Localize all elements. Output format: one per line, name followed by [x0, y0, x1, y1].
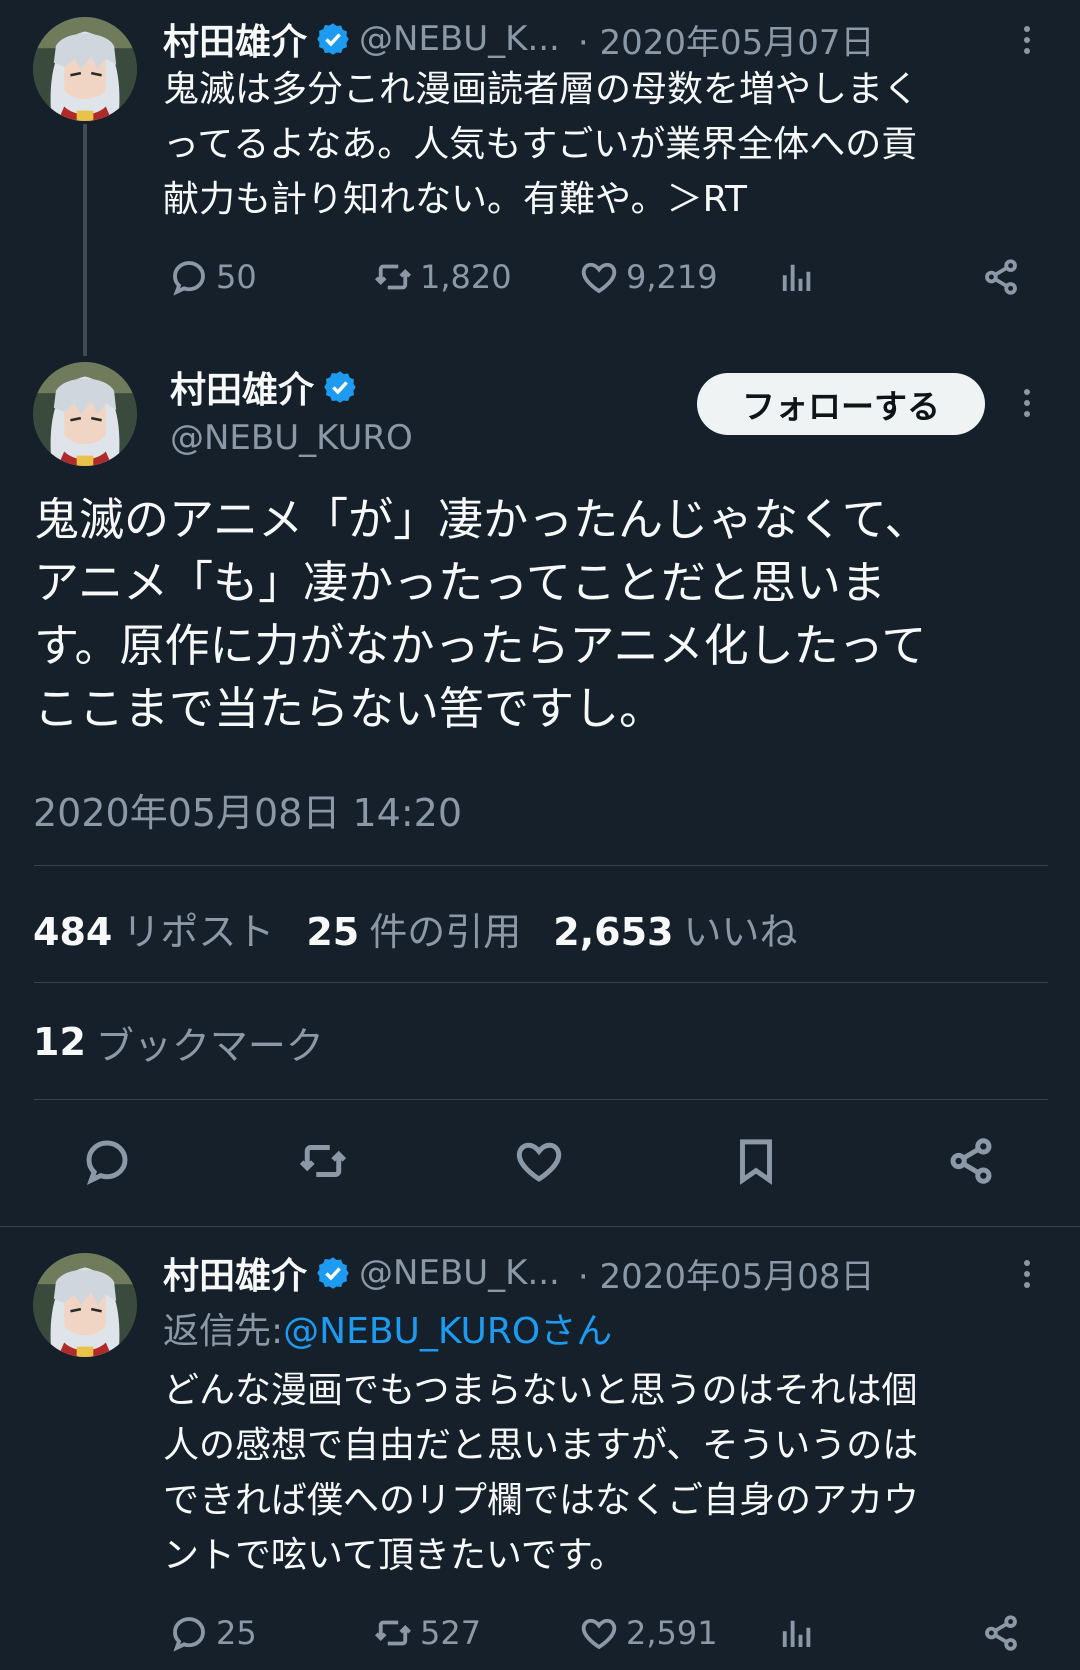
share-icon [944, 1134, 998, 1188]
more-icon[interactable] [1012, 383, 1042, 423]
reply-button[interactable] [80, 1134, 134, 1192]
like-button[interactable]: 9,219 [578, 256, 718, 298]
like-count: 2,591 [626, 1614, 718, 1652]
verified-badge-icon [315, 21, 351, 57]
like-button[interactable]: 2,591 [578, 1612, 718, 1654]
divider [34, 865, 1048, 866]
views-button[interactable] [776, 256, 818, 298]
share-icon [980, 1612, 1022, 1654]
reply-count: 50 [216, 258, 257, 296]
handle[interactable]: @NEBU_KURO [170, 418, 413, 458]
tweet-date[interactable]: · 2020年05月07日 [578, 15, 875, 64]
verified-badge-icon [322, 369, 358, 405]
reply-to-line: 返信先: @NEBU_KUROさん [163, 1303, 612, 1353]
reply-count: 25 [216, 1614, 257, 1652]
reposts-stat[interactable]: 484 リポスト [33, 901, 274, 956]
retweet-icon [372, 1612, 414, 1654]
reply-header: 村田雄介 @NEBU_K... · 2020年05月08日 [163, 1248, 875, 1298]
retweet-count: 527 [420, 1614, 482, 1652]
verified-badge-icon [315, 1255, 351, 1291]
reply-text: どんな漫画でもつまらないと思うのはそれは個 人の感想で自由だと思いますが、そうい… [163, 1370, 920, 1576]
avatar[interactable] [33, 1253, 137, 1357]
more-icon[interactable] [1012, 20, 1042, 60]
tweet-date[interactable]: · 2020年05月08日 [578, 1249, 875, 1298]
timestamp[interactable]: 2020年05月08日 14:20 [33, 782, 462, 837]
bookmarks-stat[interactable]: 12 ブックマーク [33, 1014, 324, 1070]
views-icon [776, 1612, 818, 1654]
share-button[interactable] [944, 1134, 998, 1192]
share-icon [980, 256, 1022, 298]
bookmark-icon [729, 1134, 783, 1188]
like-icon [512, 1134, 566, 1188]
avatar[interactable] [33, 362, 137, 466]
main-header: 村田雄介 [170, 362, 366, 412]
retweet-count: 1,820 [420, 258, 512, 296]
thread-line [83, 124, 87, 356]
engagement-stats: 484 リポスト 25 件の引用 2,653 いいね [33, 900, 797, 956]
reply-button[interactable]: 50 [168, 256, 257, 298]
likes-stat[interactable]: 2,653 いいね [553, 901, 797, 956]
reply-icon [168, 256, 210, 298]
like-count: 9,219 [626, 258, 718, 296]
bookmark-button[interactable] [729, 1134, 783, 1192]
more-icon[interactable] [1012, 1254, 1042, 1294]
main-timestamp-row: 2020年05月08日 14:20 [33, 783, 462, 835]
main-tweet-text: 鬼滅のアニメ「が」凄かったんじゃなくて、 アニメ「も」凄かったってことだと思いま… [34, 493, 930, 735]
tweet1-text: 鬼滅は多分これ漫画読者層の母数を増やしまく ってるよなあ。人気もすごいが業界全体… [163, 69, 920, 220]
avatar[interactable] [33, 17, 137, 121]
display-name[interactable]: 村田雄介 [170, 361, 314, 413]
like-icon [578, 256, 620, 298]
reply-button[interactable]: 25 [168, 1612, 257, 1654]
retweet-icon [296, 1134, 350, 1188]
retweet-icon [372, 256, 414, 298]
main-handle-row: @NEBU_KURO [170, 413, 413, 463]
reply-to-handle-link[interactable]: @NEBU_KUROさん [283, 1302, 612, 1354]
divider [0, 1226, 1080, 1227]
like-icon [578, 1612, 620, 1654]
share-button[interactable] [980, 256, 1022, 298]
tweet1-header: 村田雄介 @NEBU_K... · 2020年05月07日 [163, 14, 875, 64]
retweet-button[interactable]: 1,820 [372, 256, 512, 298]
reply-icon [168, 1612, 210, 1654]
views-button[interactable] [776, 1612, 818, 1654]
quotes-stat[interactable]: 25 件の引用 [306, 901, 521, 956]
retweet-button[interactable] [296, 1134, 350, 1192]
like-button[interactable] [512, 1134, 566, 1192]
views-icon [776, 256, 818, 298]
display-name[interactable]: 村田雄介 [163, 13, 307, 65]
divider [34, 982, 1048, 983]
handle[interactable]: @NEBU_K... [359, 19, 560, 59]
retweet-button[interactable]: 527 [372, 1612, 481, 1654]
divider [34, 1099, 1048, 1100]
display-name[interactable]: 村田雄介 [163, 1247, 307, 1299]
share-button[interactable] [980, 1612, 1022, 1654]
follow-button[interactable]: フォローする [697, 373, 985, 435]
reply-icon [80, 1134, 134, 1188]
handle[interactable]: @NEBU_K... [359, 1253, 560, 1293]
